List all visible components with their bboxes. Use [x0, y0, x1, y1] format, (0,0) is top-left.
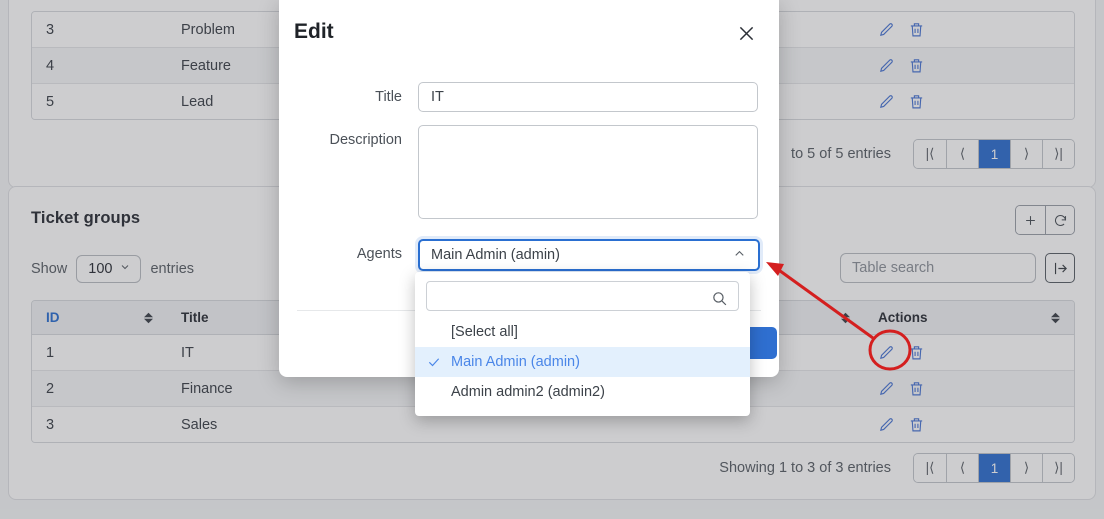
edit-modal: Edit Title Description Agents Main Admin…	[279, 0, 779, 416]
dropdown-option-select-all[interactable]: [Select all]	[415, 317, 750, 347]
label-agents: Agents	[356, 246, 402, 262]
title-input[interactable]	[418, 82, 758, 112]
modal-title: Edit	[294, 20, 334, 43]
chevron-up-icon	[732, 246, 747, 265]
dropdown-option-label: Main Admin (admin)	[451, 354, 580, 370]
agents-select[interactable]: Main Admin (admin)	[418, 239, 760, 271]
screen: 3 Problem 4 Feature 5 Lead to 5 of 5 ent…	[0, 0, 1104, 519]
dropdown-search-input[interactable]	[426, 281, 739, 311]
dropdown-search-wrap	[415, 272, 750, 317]
label-description: Description	[329, 132, 402, 148]
description-textarea[interactable]	[418, 125, 758, 219]
dropdown-option-admin2[interactable]: Admin admin2 (admin2)	[415, 377, 750, 407]
label-title: Title	[375, 89, 402, 105]
search-icon	[711, 290, 728, 312]
dropdown-option-main-admin[interactable]: Main Admin (admin)	[415, 347, 750, 377]
agents-dropdown-panel: [Select all] Main Admin (admin) Admin ad…	[415, 272, 750, 416]
field-agents-row: Agents Main Admin (admin)	[294, 239, 760, 271]
close-icon[interactable]	[733, 20, 759, 46]
dropdown-option-label: [Select all]	[451, 324, 518, 340]
agents-selected-value: Main Admin (admin)	[431, 247, 560, 263]
dropdown-option-label: Admin admin2 (admin2)	[451, 384, 605, 400]
field-title-row: Title	[294, 82, 758, 112]
field-description-row: Description	[294, 125, 758, 219]
check-icon	[426, 355, 442, 369]
